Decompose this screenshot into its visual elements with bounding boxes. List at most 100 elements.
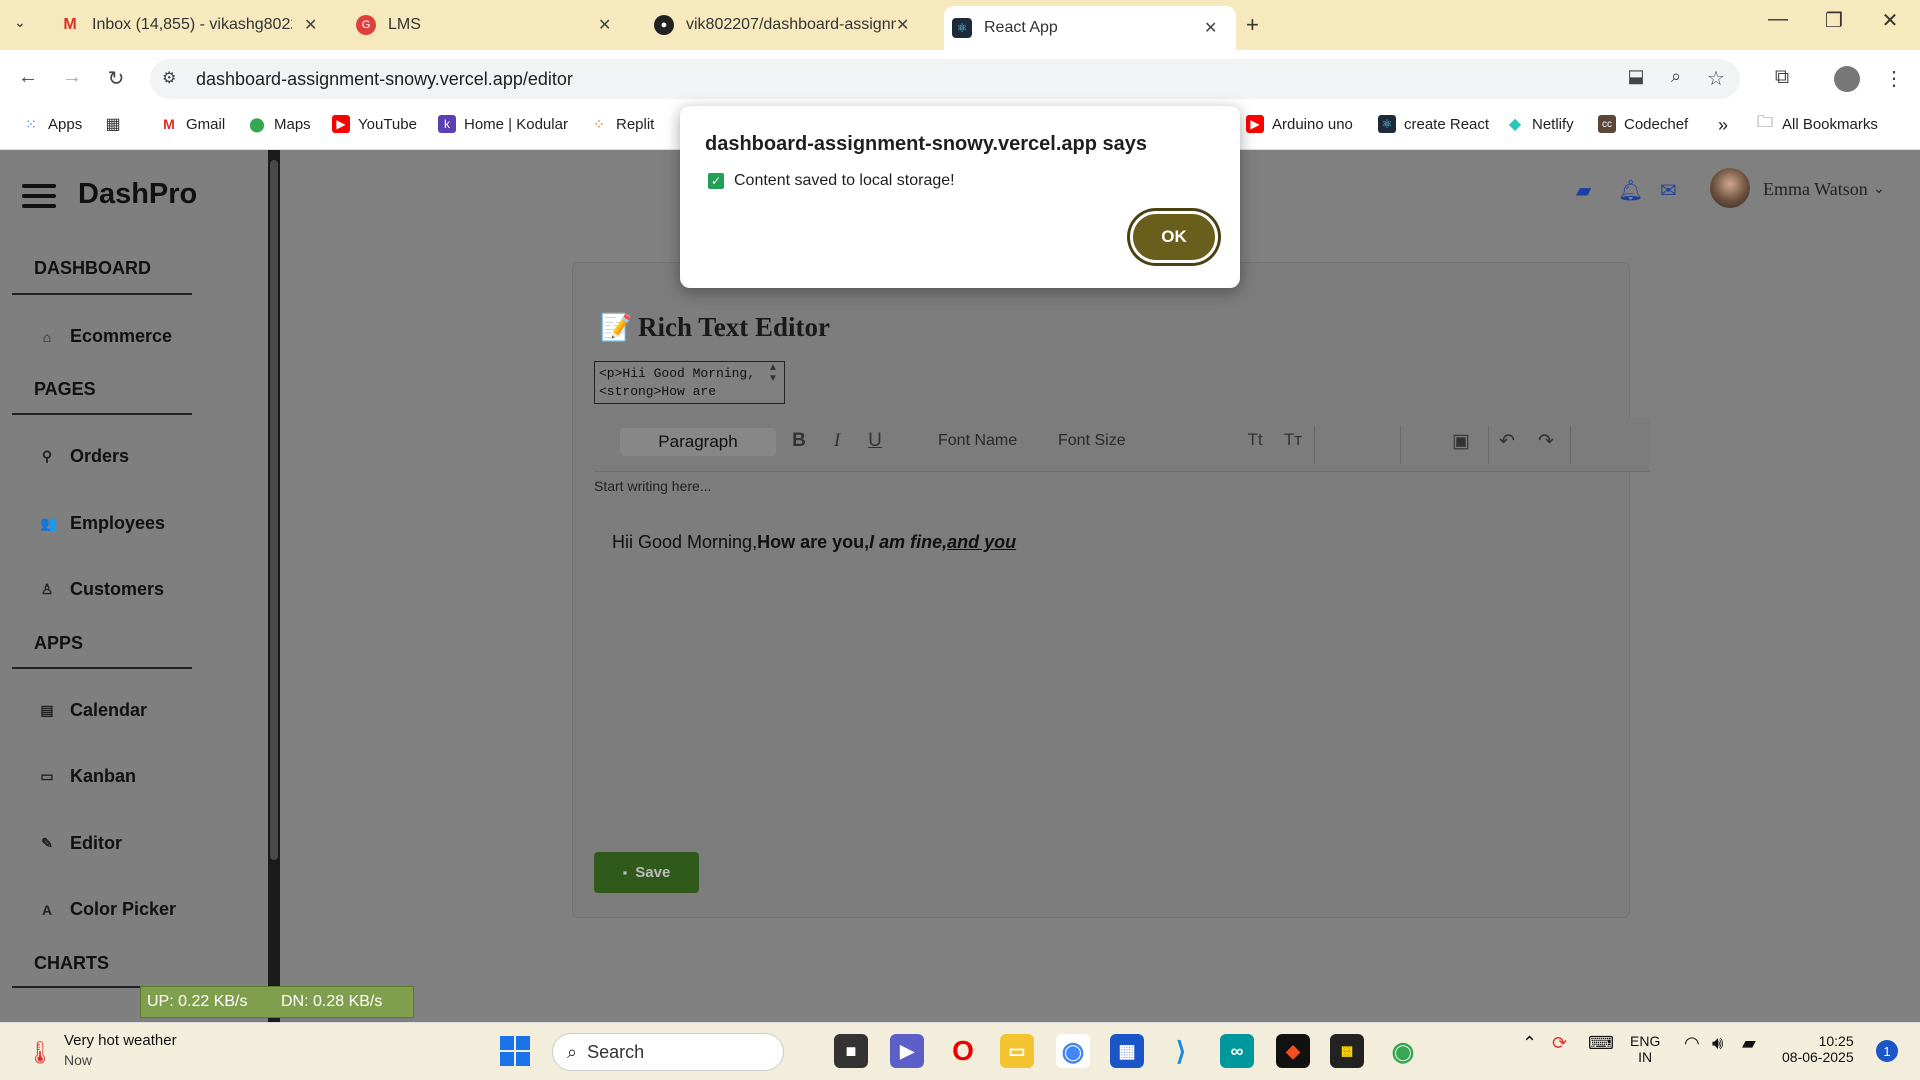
close-icon[interactable]: ✕: [304, 15, 317, 35]
download-speed: DN: 0.28 KB/s: [281, 993, 383, 1010]
bookmark-kodular[interactable]: k Home | Kodular: [438, 115, 568, 133]
sidebar-item-ecommerce[interactable]: ⌂ Ecommerce: [40, 326, 172, 347]
divider: [12, 413, 192, 415]
zoom-icon[interactable]: ⌕: [1662, 66, 1690, 87]
language-indicator[interactable]: ENG IN: [1630, 1033, 1660, 1065]
bookmark-star-icon[interactable]: ☆: [1702, 66, 1730, 91]
arduino-icon[interactable]: ∞: [1220, 1034, 1254, 1068]
avatar[interactable]: [1710, 168, 1750, 208]
wifi-icon[interactable]: ◠: [1684, 1033, 1700, 1054]
teams-icon[interactable]: ▶: [890, 1034, 924, 1068]
gmail-icon: M: [63, 16, 77, 33]
profile-avatar[interactable]: [1834, 66, 1860, 92]
tab-lms[interactable]: G LMS ✕: [356, 6, 626, 44]
sidebar-item-kanban[interactable]: ▭ Kanban: [40, 766, 136, 787]
minimize-button[interactable]: —: [1750, 8, 1806, 31]
url-text[interactable]: dashboard-assignment-snowy.vercel.app/ed…: [196, 69, 573, 90]
editor-content[interactable]: Hii Good Morning,How are you,I am fine,a…: [612, 532, 1016, 553]
bold-button[interactable]: B: [784, 430, 814, 452]
text-case-icon[interactable]: Tt: [1240, 430, 1270, 450]
app-icon[interactable]: ▩: [1330, 1034, 1364, 1068]
content-bold-italic: I am fine,: [869, 532, 948, 552]
new-tab-button[interactable]: +: [1246, 12, 1259, 38]
taskbar-search[interactable]: ⌕ Search: [552, 1033, 784, 1071]
italic-button[interactable]: I: [822, 430, 852, 452]
mail-icon[interactable]: ✉: [1660, 178, 1677, 203]
tab-gmail[interactable]: M Inbox (14,855) - vikashg802207 ✕: [60, 6, 330, 44]
more-bookmarks-icon[interactable]: »: [1718, 115, 1728, 136]
image-icon[interactable]: ▣: [1446, 430, 1476, 453]
back-button[interactable]: ←: [14, 66, 42, 89]
bookmark-replit[interactable]: ⁘ Replit: [590, 115, 654, 133]
undo-icon[interactable]: ↶: [1492, 430, 1522, 453]
react-icon: ⚛: [1378, 115, 1396, 133]
sidebar-scrollbar-thumb[interactable]: [270, 160, 278, 860]
sidebar-item-orders[interactable]: ⚲ Orders: [40, 446, 129, 467]
vscode-icon[interactable]: ⟩: [1164, 1034, 1198, 1068]
extensions-icon[interactable]: ⧉: [1768, 66, 1796, 89]
chrome-icon[interactable]: ◉: [1386, 1034, 1420, 1068]
bookmark-youtube[interactable]: ▶ YouTube: [332, 115, 417, 133]
store-icon[interactable]: ▦: [1110, 1034, 1144, 1068]
menu-icon[interactable]: ⋮: [1880, 66, 1908, 91]
sidebar-item-customers[interactable]: ♙ Customers: [40, 579, 164, 600]
sidebar-item-calendar[interactable]: ▤ Calendar: [40, 700, 147, 721]
close-icon[interactable]: ✕: [1204, 18, 1217, 38]
textarea-scroll-arrows[interactable]: ▲ ▼: [768, 362, 778, 384]
battery-icon[interactable]: ▰: [1742, 1033, 1756, 1054]
file-explorer-icon[interactable]: ▭: [1000, 1034, 1034, 1068]
sidebar-item-employees[interactable]: 👥 Employees: [40, 513, 165, 534]
tab-react-app[interactable]: ⚛ React App ✕: [944, 6, 1236, 50]
sidebar-item-color-picker[interactable]: A Color Picker: [40, 899, 176, 920]
font-size-select[interactable]: Font Size: [1058, 432, 1126, 450]
ok-button[interactable]: OK: [1130, 211, 1218, 263]
cart-icon[interactable]: ▰: [1576, 178, 1591, 203]
close-icon[interactable]: ✕: [598, 15, 611, 35]
reload-button[interactable]: ↻: [102, 66, 130, 91]
forward-button[interactable]: →: [58, 66, 86, 89]
underline-button[interactable]: U: [860, 430, 890, 452]
redo-icon[interactable]: ↷: [1531, 430, 1561, 453]
clock[interactable]: 10:25 08-06-2025: [1782, 1033, 1854, 1065]
bookmark-apps[interactable]: ⁙ Apps: [22, 115, 82, 133]
window-close-button[interactable]: ✕: [1862, 8, 1918, 33]
html-source-textarea[interactable]: <p>Hii Good Morning, <strong>How are: [594, 361, 785, 404]
bookmark-create-react[interactable]: ⚛ create React: [1378, 115, 1489, 133]
hamburger-menu-icon[interactable]: [22, 184, 56, 214]
install-app-icon[interactable]: ⬓: [1622, 66, 1650, 87]
restore-button[interactable]: ❐: [1806, 8, 1862, 33]
bookmark-grid[interactable]: ▦: [104, 115, 130, 133]
chevron-up-icon[interactable]: ⌃: [1522, 1033, 1537, 1054]
site-info-icon[interactable]: ⚙: [162, 68, 176, 88]
keyboard-icon[interactable]: ⌨: [1588, 1033, 1614, 1054]
notification-badge[interactable]: 1: [1876, 1040, 1898, 1062]
divider: [1314, 426, 1315, 464]
app-logo: DashPro: [78, 178, 198, 210]
bell-icon[interactable]: 🔔︎: [1618, 178, 1643, 203]
bookmark-arduino[interactable]: ▶ Arduino uno: [1246, 115, 1353, 133]
sidebar-item-editor[interactable]: ✎ Editor: [40, 833, 122, 854]
tab-github[interactable]: ● vik802207/dashboard-assignme ✕: [654, 6, 924, 44]
weather-text[interactable]: Very hot weather: [64, 1032, 177, 1049]
text-transform-icon[interactable]: Tт: [1278, 430, 1308, 450]
figma-icon[interactable]: ◆: [1276, 1034, 1310, 1068]
save-button[interactable]: ▪ Save: [594, 852, 699, 893]
tab-search-icon[interactable]: ⌄: [14, 14, 26, 31]
opera-icon[interactable]: O: [946, 1034, 980, 1068]
weather-icon[interactable]: 🌡︎: [26, 1040, 54, 1066]
bookmark-codechef[interactable]: cc Codechef: [1598, 115, 1688, 133]
windows-start-icon[interactable]: [500, 1036, 530, 1066]
user-name[interactable]: Emma Watson: [1763, 179, 1868, 200]
sync-icon[interactable]: ⟳: [1552, 1033, 1567, 1054]
bookmark-netlify[interactable]: ◆ Netlify: [1506, 115, 1574, 134]
chrome-icon[interactable]: ◉: [1056, 1034, 1090, 1068]
all-bookmarks[interactable]: 🗀 All Bookmarks: [1756, 114, 1878, 133]
bookmark-maps[interactable]: ⬤ Maps: [248, 115, 311, 133]
chevron-down-icon[interactable]: ⌄: [1873, 180, 1885, 197]
task-view-icon[interactable]: ■: [834, 1034, 868, 1068]
font-name-select[interactable]: Font Name: [938, 432, 1017, 450]
paragraph-select[interactable]: Paragraph: [620, 428, 776, 456]
close-icon[interactable]: ✕: [896, 15, 909, 35]
bookmark-gmail[interactable]: M Gmail: [160, 115, 225, 133]
volume-icon[interactable]: 🔊︎: [1712, 1033, 1723, 1054]
